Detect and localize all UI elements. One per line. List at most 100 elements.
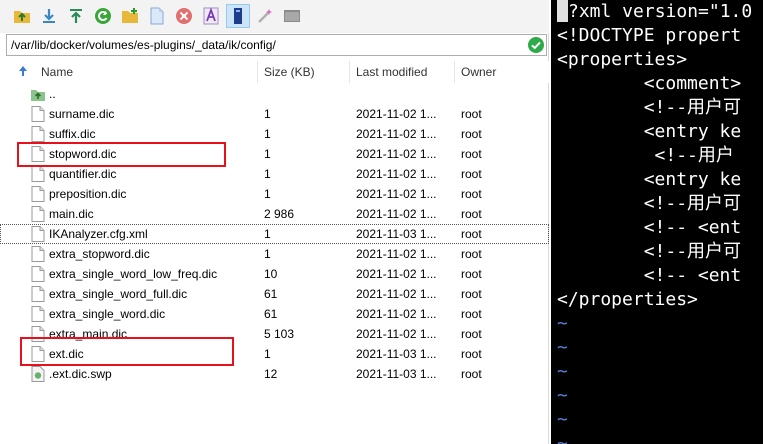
highlight-stopword bbox=[17, 142, 226, 167]
terminal-panel[interactable]: ?xml version="1.0 <!DOCTYPE propert <prope… bbox=[551, 0, 763, 444]
file-size: 5 103 bbox=[264, 327, 295, 341]
file-owner: root bbox=[461, 327, 482, 341]
file-owner: root bbox=[461, 307, 482, 321]
rename-button[interactable] bbox=[199, 4, 223, 28]
properties-icon bbox=[234, 8, 242, 24]
column-header: Name Size (KB) Last modified Owner bbox=[0, 61, 549, 83]
parent-folder-icon bbox=[31, 86, 45, 102]
file-row[interactable]: IKAnalyzer.cfg.xml 1 2021-11-03 1... root bbox=[0, 224, 549, 244]
file-row[interactable]: quantifier.dic 1 2021-11-02 1... root bbox=[0, 164, 549, 184]
terminal-line: <!--用户 bbox=[557, 145, 734, 166]
file-owner: root bbox=[461, 367, 482, 381]
terminal-empty-line: ~ bbox=[557, 361, 568, 382]
properties-button[interactable] bbox=[226, 4, 250, 28]
refresh-button[interactable] bbox=[91, 4, 115, 28]
file-name: main.dic bbox=[49, 207, 94, 221]
file-modified: 2021-11-02 1... bbox=[356, 267, 437, 281]
folder-up-button[interactable] bbox=[10, 4, 34, 28]
file-size: 1 bbox=[264, 347, 271, 361]
parent-directory-row[interactable]: .. bbox=[0, 84, 549, 104]
file-modified: 2021-11-02 1... bbox=[356, 307, 437, 321]
terminal-line: <!DOCTYPE propert bbox=[557, 25, 742, 46]
new-folder-button[interactable] bbox=[118, 4, 142, 28]
sort-ascending-icon[interactable] bbox=[18, 65, 28, 77]
file-row[interactable]: .ext.dic.swp 12 2021-11-03 1... root bbox=[0, 364, 549, 384]
file-owner: root bbox=[461, 267, 482, 281]
file-row[interactable]: preposition.dic 1 2021-11-02 1... root bbox=[0, 184, 549, 204]
file-modified: 2021-11-02 1... bbox=[356, 287, 437, 301]
upload-icon bbox=[70, 9, 82, 23]
file-name: extra_single_word.dic bbox=[49, 307, 166, 321]
terminal-cursor bbox=[557, 0, 568, 22]
column-size[interactable]: Size (KB) bbox=[258, 61, 350, 83]
terminal-line: <!--用户可 bbox=[557, 193, 742, 214]
magic-wand-button[interactable] bbox=[253, 4, 277, 28]
file-modified: 2021-11-02 1... bbox=[356, 207, 437, 221]
new-file-button[interactable] bbox=[145, 4, 169, 28]
file-size: 1 bbox=[264, 247, 271, 261]
file-icon bbox=[31, 186, 45, 202]
new-folder-icon bbox=[122, 8, 138, 23]
toolbar bbox=[0, 0, 549, 33]
file-owner: root bbox=[461, 167, 482, 181]
terminal-line: <!-- <ent bbox=[557, 217, 742, 238]
file-row[interactable]: surname.dic 1 2021-11-02 1... root bbox=[0, 104, 549, 124]
magic-wand-icon bbox=[258, 9, 272, 23]
terminal-line: <comment> bbox=[557, 73, 742, 94]
terminal-line: ?xml version="1.0 bbox=[568, 1, 753, 22]
file-owner: root bbox=[461, 227, 482, 241]
file-name: extra_single_word_full.dic bbox=[49, 287, 188, 301]
file-name: extra_single_word_low_freq.dic bbox=[49, 267, 218, 281]
terminal-button[interactable] bbox=[280, 4, 304, 28]
terminal-line: <!--用户可 bbox=[557, 97, 742, 118]
file-name: quantifier.dic bbox=[49, 167, 117, 181]
download-button[interactable] bbox=[37, 4, 61, 28]
column-owner[interactable]: Owner bbox=[455, 61, 549, 83]
file-name: preposition.dic bbox=[49, 187, 127, 201]
file-owner bbox=[461, 84, 541, 104]
path-bar[interactable]: /var/lib/docker/volumes/es-plugins/_data… bbox=[6, 34, 547, 56]
file-size bbox=[264, 84, 346, 104]
file-modified bbox=[356, 84, 453, 104]
file-modified: 2021-11-02 1... bbox=[356, 247, 437, 261]
file-modified: 2021-11-02 1... bbox=[356, 187, 437, 201]
column-modified[interactable]: Last modified bbox=[350, 61, 455, 83]
file-row[interactable]: suffix.dic 1 2021-11-02 1... root bbox=[0, 124, 549, 144]
upload-button[interactable] bbox=[64, 4, 88, 28]
file-row[interactable]: extra_single_word_full.dic 61 2021-11-02 1… bbox=[0, 284, 549, 304]
file-owner: root bbox=[461, 247, 482, 261]
file-size: 1 bbox=[264, 227, 271, 241]
file-icon bbox=[31, 306, 45, 322]
file-icon bbox=[31, 246, 45, 262]
terminal-empty-line: ~ bbox=[557, 313, 568, 334]
terminal-line: <entry ke bbox=[557, 169, 742, 190]
terminal-empty-line: ~ bbox=[557, 385, 568, 406]
checkmark-icon[interactable] bbox=[528, 37, 544, 53]
file-name: IKAnalyzer.cfg.xml bbox=[49, 227, 148, 241]
file-name: surname.dic bbox=[49, 107, 115, 121]
file-owner: root bbox=[461, 347, 482, 361]
delete-icon bbox=[176, 8, 192, 24]
delete-button[interactable] bbox=[172, 4, 196, 28]
new-file-icon bbox=[150, 7, 164, 25]
file-owner: root bbox=[461, 147, 482, 161]
file-browser-panel: /var/lib/docker/volumes/es-plugins/_data… bbox=[0, 0, 549, 444]
file-size: 1 bbox=[264, 187, 271, 201]
file-row[interactable]: extra_stopword.dic 1 2021-11-02 1... root bbox=[0, 244, 549, 264]
swap-file-icon bbox=[31, 366, 45, 382]
terminal-line: <!-- <ent bbox=[557, 265, 742, 286]
highlight-ext-dic bbox=[20, 337, 234, 366]
file-row[interactable]: main.dic 2 986 2021-11-02 1... root bbox=[0, 204, 549, 224]
folder-up-icon bbox=[14, 11, 30, 23]
file-name: suffix.dic bbox=[49, 127, 96, 141]
file-row[interactable]: extra_single_word.dic 61 2021-11-02 1... ro… bbox=[0, 304, 549, 324]
path-input[interactable]: /var/lib/docker/volumes/es-plugins/_data… bbox=[11, 38, 276, 52]
file-size: 1 bbox=[264, 127, 271, 141]
file-owner: root bbox=[461, 127, 482, 141]
file-size: 1 bbox=[264, 167, 271, 181]
file-name: extra_stopword.dic bbox=[49, 247, 150, 261]
file-owner: root bbox=[461, 287, 482, 301]
column-name[interactable]: Name bbox=[35, 61, 258, 83]
file-size: 61 bbox=[264, 287, 278, 301]
file-row[interactable]: extra_single_word_low_freq.dic 10 2021-11-… bbox=[0, 264, 549, 284]
